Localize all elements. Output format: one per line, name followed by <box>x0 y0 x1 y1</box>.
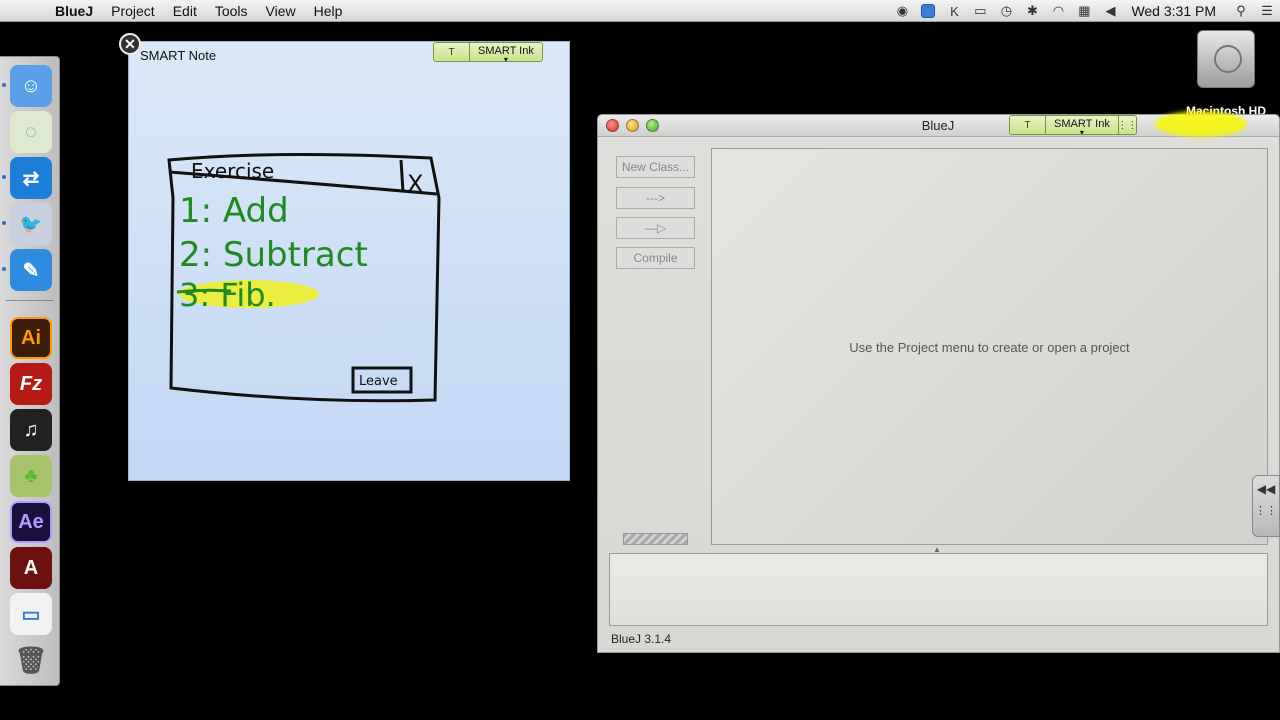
sketch-button: Leave <box>359 374 398 389</box>
k-status-icon[interactable]: K <box>941 0 967 22</box>
piano-app-icon[interactable]: ♫ <box>10 409 52 451</box>
hard-drive-icon <box>1197 30 1255 88</box>
chrome-status-icon[interactable]: ◉ <box>889 0 915 22</box>
running-indicator <box>2 267 6 271</box>
strike-through-mark <box>176 288 232 294</box>
dock-separator <box>6 300 54 301</box>
sketch-close-divider <box>399 159 405 193</box>
finder-icon[interactable]: ☺ <box>10 65 52 107</box>
calendar-icon[interactable]: ▦ <box>1071 0 1097 22</box>
document-icon[interactable]: ▭ <box>10 593 52 635</box>
trash-icon[interactable]: 🗑 <box>10 639 52 681</box>
menu-app-name[interactable]: BlueJ <box>46 3 102 19</box>
canvas-message: Use the Project menu to create or open a… <box>849 340 1130 355</box>
bluej-window: BlueJ T SMART Ink ⋮⋮ New Class... ---> —… <box>597 111 1280 653</box>
collapse-icon: ◀◀ <box>1256 482 1276 496</box>
filezilla-icon[interactable]: Fz <box>10 363 52 405</box>
notification-center-icon[interactable]: ☰ <box>1254 0 1280 22</box>
smart-note-window: SMART Note T SMART Ink Exercise X 1: Add… <box>128 41 570 481</box>
status-bar-text: BlueJ 3.1.4 <box>611 632 672 646</box>
menu-bar: BlueJ Project Edit Tools View Help ◉ K ▭… <box>0 0 1280 22</box>
spotlight-search-icon[interactable]: ⚲ <box>1228 0 1254 22</box>
note-ink-label[interactable]: SMART Ink <box>470 43 542 61</box>
inheritance-arrow-button[interactable]: —▷ <box>616 217 695 239</box>
loading-icon[interactable]: ◌ <box>10 111 52 153</box>
desktop-drive[interactable]: Macintosh HD <box>1180 30 1272 118</box>
bluej-ink-toolbar[interactable]: T SMART Ink ⋮⋮ <box>1009 115 1137 135</box>
running-indicator <box>2 221 6 225</box>
sketch-close: X <box>407 170 423 198</box>
after-effects-icon[interactable]: Ae <box>10 501 52 543</box>
note-ink-toolbar[interactable]: T SMART Ink <box>433 42 543 62</box>
illustrator-icon[interactable]: Ai <box>10 317 52 359</box>
machine-progress-indicator <box>623 533 688 545</box>
wifi-icon[interactable]: ◠ <box>1045 0 1071 22</box>
dependency-arrow-button[interactable]: ---> <box>616 187 695 209</box>
grip-icon[interactable]: ⋮⋮ <box>1117 116 1136 134</box>
clock[interactable]: Wed 3:31 PM <box>1123 3 1228 19</box>
side-panel-tab[interactable]: ◀◀ ⋮⋮ <box>1252 475 1280 537</box>
grip-icon: ⋮⋮ <box>1255 505 1277 517</box>
bluej-ink-label[interactable]: SMART Ink <box>1046 116 1118 134</box>
note-close-icon[interactable]: ✕ <box>119 33 141 55</box>
menu-view[interactable]: View <box>257 3 305 19</box>
note-sketch: Exercise X 1: Add 2: Subtract 3: Fib. Le… <box>167 152 441 403</box>
volume-icon[interactable]: ◀ <box>1097 0 1123 22</box>
compile-button[interactable]: Compile <box>616 247 695 269</box>
dock: ☺ ◌ ⇄ 🐦 ✎ Ai Fz ♫ ♣ Ae A ▭ 🗑 <box>0 56 60 686</box>
character-app-icon[interactable]: ♣ <box>10 455 52 497</box>
bluej-title: BlueJ <box>921 118 955 133</box>
hand-icon[interactable]: T <box>1010 116 1046 134</box>
smart-notebook-icon[interactable]: ✎ <box>10 249 52 291</box>
time-machine-icon[interactable]: ◷ <box>993 0 1019 22</box>
airplay-icon[interactable]: ▭ <box>967 0 993 22</box>
sketch-item-1: 1: Add <box>179 191 289 231</box>
object-bench[interactable] <box>609 553 1268 626</box>
hand-icon[interactable]: T <box>434 43 470 61</box>
new-class-button[interactable]: New Class... <box>616 156 695 178</box>
menu-tools[interactable]: Tools <box>206 3 257 19</box>
menu-edit[interactable]: Edit <box>164 3 206 19</box>
running-indicator <box>2 83 6 87</box>
acrobat-icon[interactable]: A <box>10 547 52 589</box>
sketch-header: Exercise <box>191 159 274 183</box>
running-indicator <box>2 175 6 179</box>
teamviewer-status-icon[interactable] <box>915 0 941 22</box>
menu-project[interactable]: Project <box>102 3 164 19</box>
bluej-titlebar[interactable]: BlueJ T SMART Ink ⋮⋮ <box>598 111 1279 137</box>
bluej-icon[interactable]: 🐦 <box>10 203 52 245</box>
bluetooth-icon[interactable]: ✱ <box>1019 0 1045 22</box>
note-title: SMART Note <box>140 48 217 63</box>
menu-help[interactable]: Help <box>305 3 352 19</box>
teamviewer-icon[interactable]: ⇄ <box>10 157 52 199</box>
sketch-item-3: 3: Fib. <box>179 276 276 314</box>
status-area: ◉ K ▭ ◷ ✱ ◠ ▦ ◀ Wed 3:31 PM ⚲ ☰ <box>889 0 1280 22</box>
class-diagram-canvas[interactable]: Use the Project menu to create or open a… <box>711 148 1268 545</box>
sketch-item-2: 2: Subtract <box>179 235 368 275</box>
